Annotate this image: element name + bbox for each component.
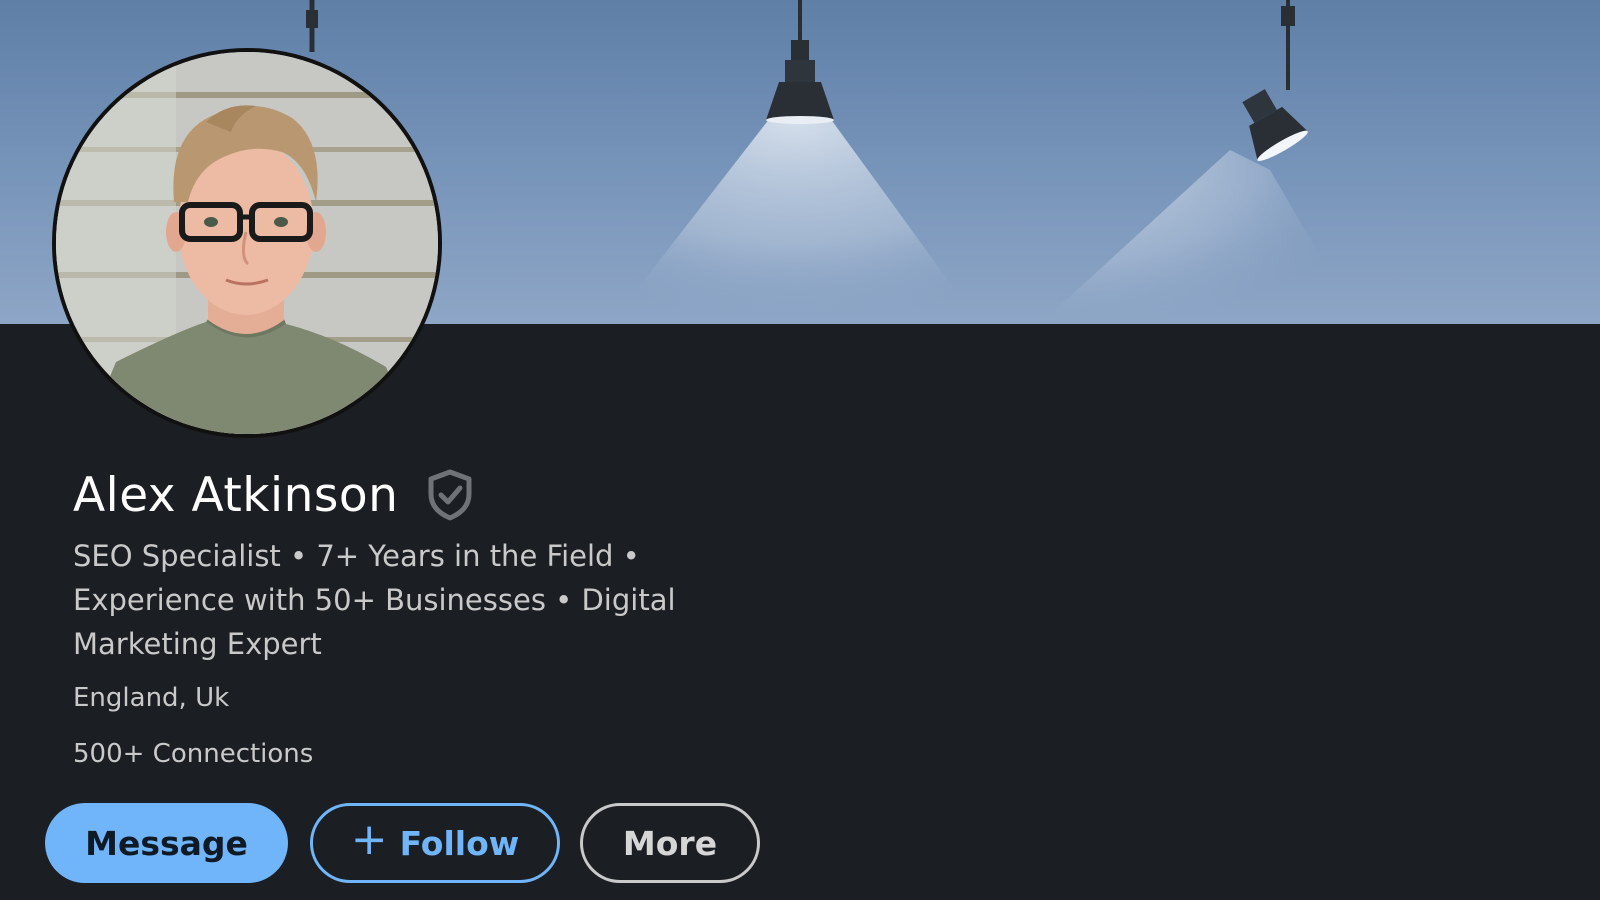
more-button-label: More xyxy=(622,823,718,863)
profile-headline: SEO Specialist • 7+ Years in the Field •… xyxy=(73,539,676,661)
profile-actions: Message + Follow More xyxy=(45,802,760,884)
more-button[interactable]: More xyxy=(580,803,760,883)
profile-name: Alex Atkinson xyxy=(73,467,399,523)
profile-page: Alex Atkinson SEO Specialist • 7+ Years … xyxy=(0,0,1600,900)
name-row: Alex Atkinson xyxy=(73,462,474,528)
shield-check-icon[interactable] xyxy=(426,469,474,521)
follow-button[interactable]: + Follow xyxy=(310,803,560,883)
profile-location: England, Uk xyxy=(73,683,230,713)
message-button[interactable]: Message xyxy=(45,803,288,883)
profile-avatar[interactable] xyxy=(52,48,442,438)
follow-button-label: Follow xyxy=(399,823,520,863)
avatar-photo xyxy=(56,52,438,434)
profile-connections[interactable]: 500+ Connections xyxy=(73,739,313,769)
message-button-label: Message xyxy=(85,823,248,863)
plus-icon: + xyxy=(350,814,388,865)
